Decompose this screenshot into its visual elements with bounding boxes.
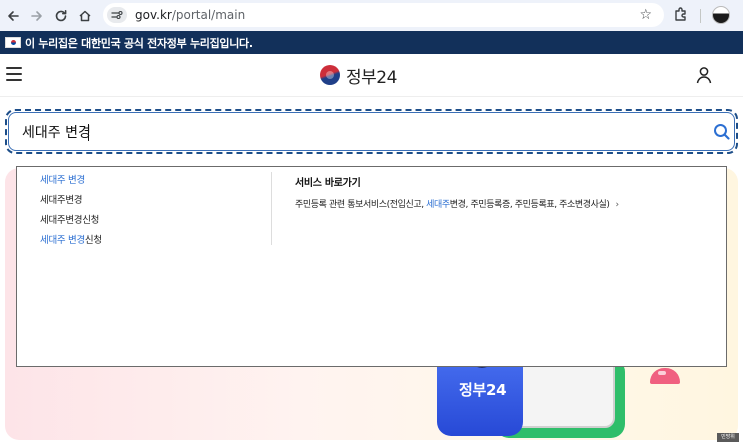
url-path: /portal/main	[171, 8, 246, 22]
autocomplete-panel: 세대주 변경 세대주변경 세대주변경신청 세대주 변경신청 서비스 바로가기 주…	[16, 166, 727, 367]
quick-link-text: 변경, 주민등록증, 주민등록표, 주소변경사실)	[449, 200, 610, 210]
official-site-banner: 이 누리집은 대한민국 공식 전자정부 누리집입니다.	[0, 31, 743, 54]
quick-link-highlight: 세대주	[426, 200, 450, 210]
suggestion-item[interactable]: 세대주변경	[40, 194, 102, 214]
suggestion-text: 신청	[84, 235, 102, 246]
hero-bell-illustration	[650, 368, 680, 384]
suggestion-text: 세대주변경	[40, 195, 83, 206]
reload-icon[interactable]	[51, 6, 71, 26]
suggestion-text: 세대주변경신청	[40, 215, 100, 226]
logo-mark-icon	[320, 65, 340, 85]
url-host: gov.kr	[135, 8, 172, 22]
star-icon[interactable]: ☆	[639, 7, 652, 23]
quick-link-text: 주민등록 관련 통보서비스(전입신고,	[295, 200, 427, 210]
suggestion-list: 세대주 변경 세대주변경 세대주변경신청 세대주 변경신청	[40, 174, 102, 254]
home-icon[interactable]	[75, 6, 95, 26]
suggestion-item[interactable]: 세대주변경신청	[40, 214, 102, 234]
quick-service-title: 서비스 바로가기	[295, 178, 361, 189]
corner-badge: 민방위	[717, 433, 739, 442]
hero-logo-text: 정부24	[459, 381, 507, 399]
official-site-notice: 이 누리집은 대한민국 공식 전자정부 누리집입니다.	[25, 36, 253, 50]
site-info-icon[interactable]	[107, 7, 127, 23]
page: gov.kr/portal/main ☆ 이 누리집은 대한민국 공식 전자정부…	[0, 0, 743, 444]
quick-service-link[interactable]: 주민등록 관련 통보서비스(전입신고, 세대주변경, 주민등록증, 주민등록표,…	[295, 197, 619, 210]
search-input[interactable]	[22, 121, 682, 143]
address-bar[interactable]: gov.kr/portal/main ☆	[103, 3, 664, 27]
text-caret	[88, 124, 89, 141]
suggestion-item[interactable]: 세대주 변경신청	[40, 234, 102, 254]
hamburger-menu-icon[interactable]	[6, 67, 22, 81]
suggestion-item[interactable]: 세대주 변경	[40, 174, 102, 194]
extensions-icon[interactable]	[673, 6, 693, 26]
site-header: 정부24	[0, 54, 743, 97]
site-logo[interactable]: 정부24	[320, 64, 397, 88]
back-arrow-icon[interactable]	[3, 6, 23, 26]
browser-toolbar: gov.kr/portal/main ☆	[0, 0, 743, 31]
profile-avatar[interactable]	[712, 6, 730, 24]
search-box	[5, 109, 738, 154]
search-icon[interactable]	[712, 122, 732, 142]
toolbar-divider	[700, 9, 701, 23]
user-icon[interactable]	[695, 66, 713, 84]
panel-divider	[271, 172, 272, 245]
chevron-right-icon: ›	[615, 200, 620, 210]
logo-text: 정부24	[346, 67, 397, 88]
suggestion-text: 세대주 변경	[40, 235, 85, 246]
url-text: gov.kr/portal/main	[135, 8, 245, 22]
suggestion-text: 세대주 변경	[40, 175, 85, 186]
korean-flag-icon	[5, 37, 21, 48]
forward-arrow-icon[interactable]	[27, 6, 47, 26]
